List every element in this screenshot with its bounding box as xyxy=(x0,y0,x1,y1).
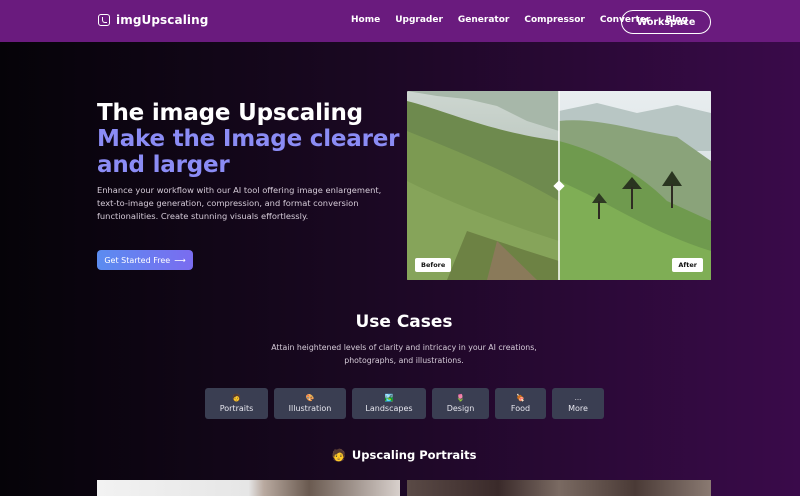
use-cases-description: Attain heightened levels of clarity and … xyxy=(0,341,800,367)
tulip-icon: 🌷 xyxy=(456,394,465,402)
category-label: Portraits xyxy=(219,404,254,413)
before-after-comparison[interactable]: Before After xyxy=(407,91,711,280)
brand-logo[interactable]: imgUpscaling xyxy=(98,13,208,27)
portrait-sample-after xyxy=(407,480,711,496)
category-label: More xyxy=(568,404,588,413)
comparison-image xyxy=(407,91,711,280)
music-note-icon xyxy=(98,14,110,26)
meat-icon: 🍖 xyxy=(516,394,525,402)
hero-title-plain: The image Upscaling xyxy=(97,100,363,126)
use-case-categories: 🧑 Portraits 🎨 Illustration 🏞️ Landscapes… xyxy=(205,388,604,419)
category-portraits[interactable]: 🧑 Portraits xyxy=(205,388,268,419)
brand-name: imgUpscaling xyxy=(116,13,209,27)
category-food[interactable]: 🍖 Food xyxy=(495,388,546,419)
person-icon: 🧑 xyxy=(331,448,346,462)
use-cases-desc-line1: Attain heightened levels of clarity and … xyxy=(271,343,537,352)
before-label: Before xyxy=(415,258,452,272)
upscaling-portraits-heading: 🧑 Upscaling Portraits xyxy=(0,448,800,462)
category-label: Landscapes xyxy=(365,404,413,413)
get-started-label: Get Started Free xyxy=(104,255,171,265)
nav-home[interactable]: Home xyxy=(351,15,380,25)
category-design[interactable]: 🌷 Design xyxy=(432,388,489,419)
get-started-button[interactable]: Get Started Free ⟶ xyxy=(97,250,193,270)
hero-title-accent: Make the Image clearer and larger xyxy=(97,126,400,178)
use-cases-desc-line2: photographs, and illustrations. xyxy=(344,356,464,365)
top-navigation-bar: imgUpscaling Home Upgrader Generator Com… xyxy=(0,0,800,42)
nav-upgrader[interactable]: Upgrader xyxy=(395,15,443,25)
after-label: After xyxy=(672,258,703,272)
ellipsis-icon: ... xyxy=(574,394,582,402)
category-label: Food xyxy=(510,404,531,413)
category-illustration[interactable]: 🎨 Illustration xyxy=(274,388,346,419)
nav-compressor[interactable]: Compressor xyxy=(524,15,585,25)
palette-icon: 🎨 xyxy=(305,394,315,402)
hero-title: The image Upscaling Make the Image clear… xyxy=(97,100,417,178)
category-more[interactable]: ... More xyxy=(552,388,604,419)
workspace-button[interactable]: Workspace xyxy=(621,10,711,34)
portrait-sample-before xyxy=(97,480,400,496)
nav-generator[interactable]: Generator xyxy=(458,15,509,25)
category-label: Design xyxy=(446,404,475,413)
hero-description: Enhance your workflow with our AI tool o… xyxy=(97,185,382,221)
arrow-right-icon: ⟶ xyxy=(174,255,186,265)
category-label: Illustration xyxy=(288,404,332,413)
use-cases-title: Use Cases xyxy=(355,312,453,332)
person-icon: 🧑 xyxy=(232,394,241,402)
upscaling-portraits-title: Upscaling Portraits xyxy=(351,448,477,462)
category-landscapes[interactable]: 🏞️ Landscapes xyxy=(352,388,426,419)
landscape-icon: 🏞️ xyxy=(384,394,394,402)
